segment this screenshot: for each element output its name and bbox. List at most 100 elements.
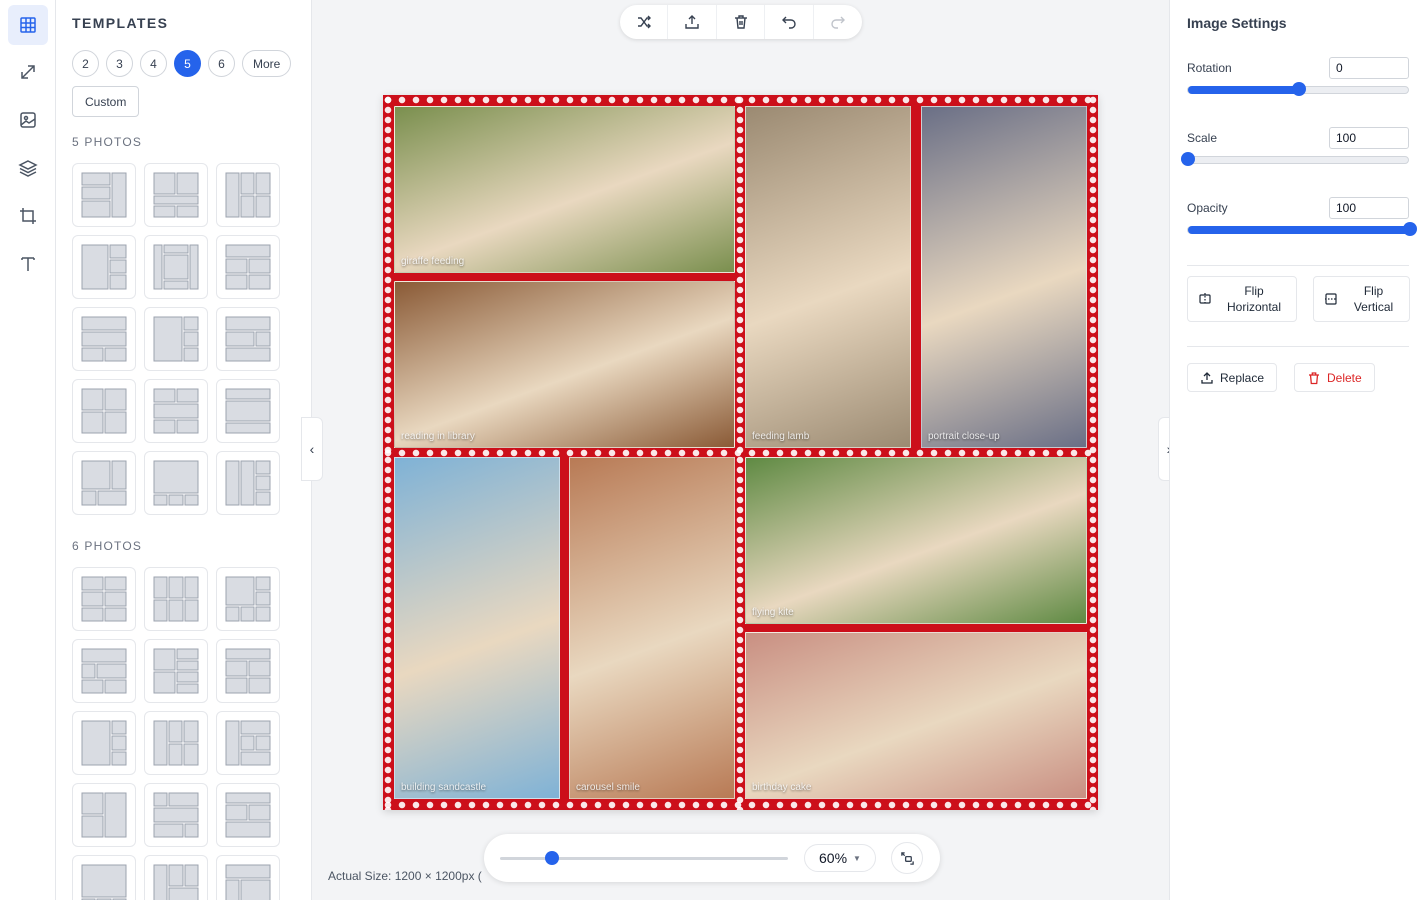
six-photo-template-14[interactable] — [144, 855, 208, 900]
six-photo-template-10[interactable] — [72, 783, 136, 847]
six-photo-template-7[interactable] — [72, 711, 136, 775]
five-photo-template-1[interactable] — [72, 163, 136, 227]
layout-preview-icon — [225, 172, 271, 218]
layout-preview-icon — [225, 244, 271, 290]
opacity-slider-thumb[interactable] — [1403, 222, 1417, 236]
five-photo-template-9[interactable] — [216, 307, 280, 371]
photo-cell-3[interactable]: feeding lamb — [745, 106, 911, 448]
crop-icon — [20, 208, 36, 224]
six-photo-template-13[interactable] — [72, 855, 136, 900]
trash-icon — [734, 15, 747, 29]
zoom-level-select[interactable]: 60% ▼ — [804, 844, 876, 872]
six-photo-template-9[interactable] — [216, 711, 280, 775]
layout-preview-icon — [225, 576, 271, 622]
flip-vertical-label: Flip Vertical — [1348, 283, 1409, 315]
five-photo-template-3[interactable] — [216, 163, 280, 227]
six-photo-template-5[interactable] — [144, 639, 208, 703]
photo-caption: feeding lamb — [752, 431, 810, 442]
fit-to-screen-button[interactable] — [891, 842, 923, 874]
export-button[interactable] — [668, 5, 717, 39]
count-6-pill[interactable]: 6 — [208, 50, 235, 77]
five-photo-template-6[interactable] — [216, 235, 280, 299]
six-photo-template-15[interactable] — [216, 855, 280, 900]
photo-cell-7[interactable]: flying kite — [745, 457, 1087, 624]
layout-preview-icon — [225, 792, 271, 838]
five-photo-template-10[interactable] — [72, 379, 136, 443]
five-photo-template-7[interactable] — [72, 307, 136, 371]
flip-horizontal-label: Flip Horizontal — [1222, 283, 1296, 315]
six-photo-template-1[interactable] — [72, 567, 136, 631]
layout-grid-icon — [20, 17, 36, 33]
layers-icon — [18, 160, 38, 177]
five-photo-template-4[interactable] — [72, 235, 136, 299]
five-photo-template-5[interactable] — [144, 235, 208, 299]
flip-vertical-line2: Vertical — [1353, 300, 1394, 314]
count-2-pill[interactable]: 2 — [72, 50, 99, 77]
five-photo-template-13[interactable] — [72, 451, 136, 515]
five-photo-template-11[interactable] — [144, 379, 208, 443]
collage-canvas[interactable]: giraffe feeding reading in library feeding… — [383, 95, 1098, 810]
flip-horizontal-button[interactable]: Flip Horizontal — [1187, 276, 1297, 322]
six-photo-template-6[interactable] — [216, 639, 280, 703]
canvas-toolbar — [620, 5, 862, 39]
layout-preview-icon — [81, 720, 127, 766]
five-photo-template-2[interactable] — [144, 163, 208, 227]
custom-template-button[interactable]: Custom — [72, 86, 140, 117]
photo-count-selector: 2 3 4 5 6 More — [72, 50, 292, 77]
zoom-slider-thumb[interactable] — [544, 851, 559, 865]
zoom-slider-track[interactable] — [500, 857, 788, 860]
layout-preview-icon — [81, 388, 127, 434]
rotation-slider-thumb[interactable] — [1292, 82, 1306, 96]
layers-tool-button[interactable] — [8, 148, 48, 188]
photo-cell-6[interactable]: carousel smile — [569, 457, 735, 799]
crop-tool-button[interactable] — [8, 196, 48, 236]
six-photo-template-3[interactable] — [216, 567, 280, 631]
five-photo-template-8[interactable] — [144, 307, 208, 371]
photo-cell-5[interactable]: building sandcastle — [394, 457, 560, 799]
undo-icon — [781, 16, 796, 29]
replace-image-button[interactable]: Replace — [1187, 363, 1278, 392]
five-photo-template-15[interactable] — [216, 451, 280, 515]
flip-horizontal-line2: Horizontal — [1226, 300, 1282, 314]
replace-label: Replace — [1220, 370, 1265, 385]
undo-button[interactable] — [765, 5, 814, 39]
rotation-slider[interactable] — [1187, 82, 1409, 96]
delete-image-button[interactable]: Delete — [1294, 363, 1375, 392]
text-icon — [21, 257, 35, 271]
six-photo-template-12[interactable] — [216, 783, 280, 847]
rotation-label: Rotation — [1187, 61, 1232, 75]
image-tool-button[interactable] — [8, 100, 48, 140]
opacity-slider[interactable] — [1187, 222, 1417, 236]
opacity-input[interactable]: 100 — [1329, 197, 1409, 219]
photo-cell-2[interactable]: reading in library — [394, 281, 735, 448]
flip-horizontal-line1: Flip — [1244, 284, 1264, 298]
collapse-left-panel-button[interactable]: ‹ — [301, 417, 323, 481]
six-photo-template-8[interactable] — [144, 711, 208, 775]
six-photo-template-2[interactable] — [144, 567, 208, 631]
scale-slider[interactable] — [1181, 152, 1409, 166]
layout-tool-button[interactable] — [8, 5, 48, 45]
scale-slider-thumb[interactable] — [1181, 152, 1195, 166]
more-counts-pill[interactable]: More — [242, 50, 292, 77]
five-photo-template-14[interactable] — [144, 451, 208, 515]
scale-input[interactable]: 100 — [1329, 127, 1409, 149]
resize-tool-button[interactable] — [8, 52, 48, 92]
text-tool-button[interactable] — [8, 244, 48, 284]
six-photo-template-4[interactable] — [72, 639, 136, 703]
count-4-pill[interactable]: 4 — [140, 50, 167, 77]
photo-cell-8[interactable]: birthday cake — [745, 632, 1087, 799]
flip-vertical-button[interactable]: Flip Vertical — [1313, 276, 1410, 322]
five-photo-template-12[interactable] — [216, 379, 280, 443]
chevron-down-icon: ▼ — [853, 853, 861, 863]
rotation-input[interactable]: 0 — [1329, 57, 1409, 79]
redo-button[interactable] — [814, 5, 862, 39]
shuffle-button[interactable] — [620, 5, 669, 39]
count-5-pill[interactable]: 5 — [174, 50, 201, 77]
delete-canvas-button[interactable] — [717, 5, 766, 39]
count-3-pill[interactable]: 3 — [106, 50, 133, 77]
photo-cell-4[interactable]: portrait close-up — [921, 106, 1087, 448]
layout-preview-icon — [153, 720, 199, 766]
export-icon — [685, 15, 699, 29]
six-photo-template-11[interactable] — [144, 783, 208, 847]
photo-cell-1[interactable]: giraffe feeding — [394, 106, 735, 273]
